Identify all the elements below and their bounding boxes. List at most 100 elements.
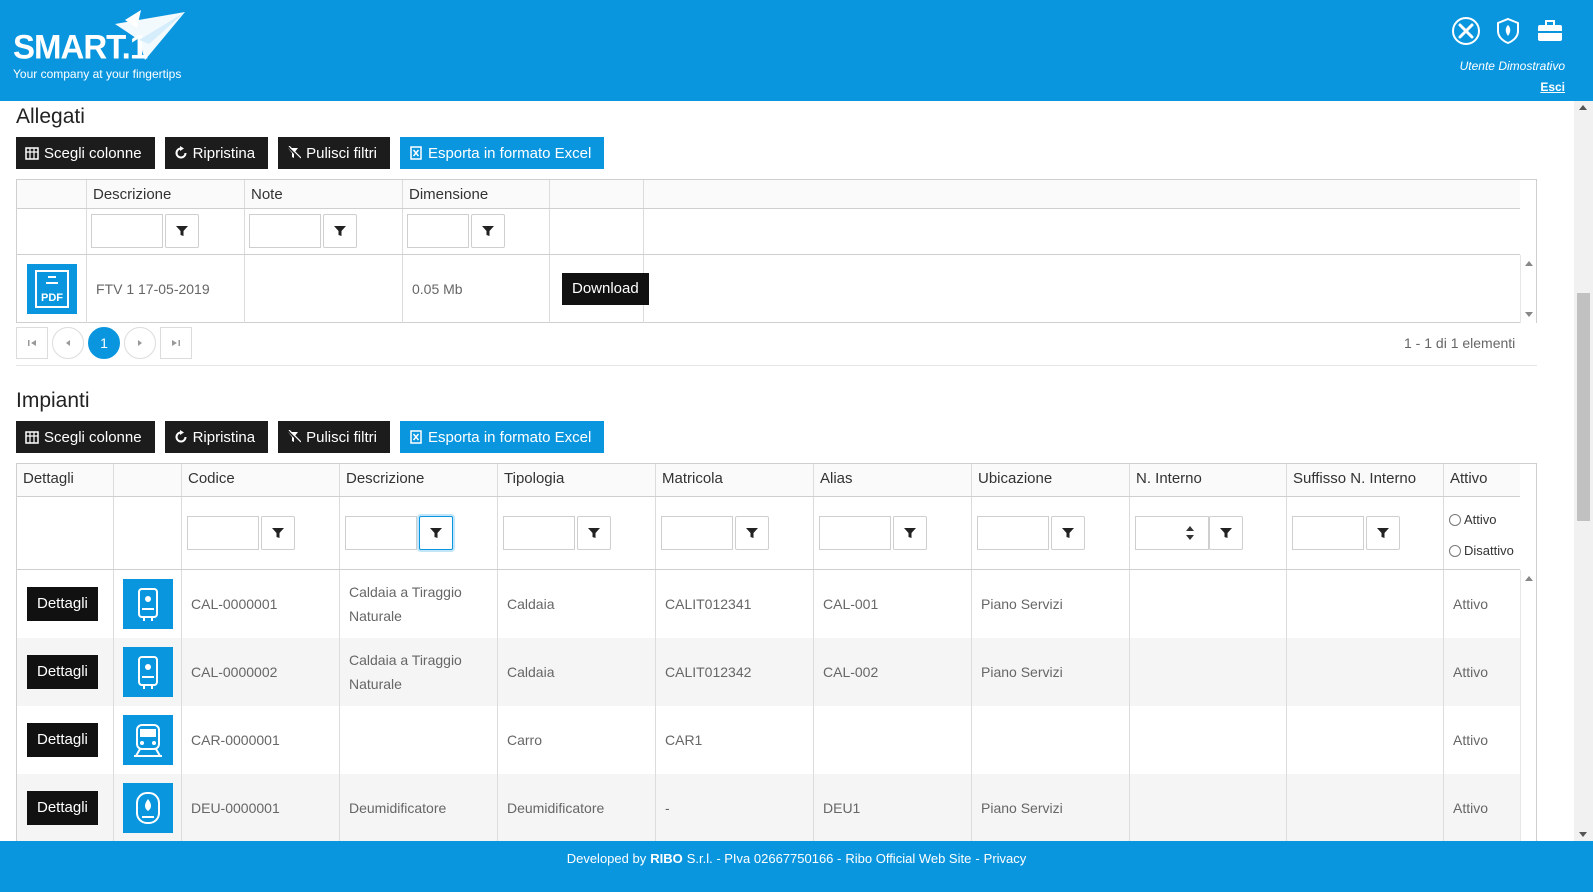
allegati-pager-info: 1 - 1 di 1 elementi — [1404, 335, 1516, 351]
scroll-up-arrow-icon[interactable] — [1579, 105, 1587, 110]
footer-privacy-link[interactable]: Privacy — [984, 851, 1027, 866]
choose-columns-button[interactable]: Scegli colonne — [16, 137, 155, 169]
restore-button[interactable]: Ripristina — [164, 137, 269, 169]
filter-icon — [430, 528, 442, 538]
prev-page-button[interactable] — [52, 327, 84, 359]
scroll-down-arrow-icon[interactable] — [1579, 832, 1587, 837]
descrizione-filter-input[interactable] — [345, 516, 417, 550]
col-matricola[interactable]: Matricola — [656, 464, 814, 496]
ubicazione-cell — [972, 706, 1130, 774]
radio-circle[interactable] — [1449, 513, 1461, 526]
n-interno-filter-input[interactable] — [1135, 516, 1209, 550]
scroll-down-arrow-icon[interactable] — [1525, 312, 1533, 317]
suffisso-filter-button[interactable] — [1366, 516, 1400, 550]
details-button[interactable]: Dettagli — [27, 791, 98, 825]
ubicazione-value: Piano Servizi — [981, 800, 1063, 816]
note-filter-button[interactable] — [323, 214, 357, 248]
logout-link[interactable]: Esci — [1540, 80, 1565, 94]
matricola-filter-button[interactable] — [735, 516, 769, 550]
attachment-icon-cell: PDF — [17, 255, 87, 323]
radio-circle[interactable] — [1449, 544, 1461, 557]
allegati-col-note[interactable]: Note — [245, 180, 403, 208]
col-suffisso[interactable]: Suffisso N. Interno — [1287, 464, 1444, 496]
allegati-col-dimensione[interactable]: Dimensione — [403, 180, 550, 208]
descrizione-filter-button[interactable] — [419, 516, 453, 550]
filter-icon — [746, 528, 758, 538]
suffisso-filter-input[interactable] — [1292, 516, 1364, 550]
clear-filters-button[interactable]: Pulisci filtri — [278, 421, 390, 453]
codice-filter-button[interactable] — [261, 516, 295, 550]
descrizione-filter-input[interactable] — [91, 214, 163, 248]
allegati-grid-scrollbar[interactable] — [1520, 255, 1536, 323]
codice-filter-input[interactable] — [187, 516, 259, 550]
matricola-value: CALIT012342 — [665, 664, 752, 680]
matricola-filter-input[interactable] — [661, 516, 733, 550]
scroll-up-arrow-icon[interactable] — [1525, 576, 1533, 581]
attivo-cell: Attivo — [1444, 570, 1520, 638]
boiler-icon[interactable] — [123, 647, 173, 697]
first-page-button[interactable] — [16, 327, 48, 359]
page-scrollbar[interactable] — [1574, 101, 1593, 841]
export-excel-button[interactable]: Esporta in formato Excel — [399, 421, 605, 453]
choose-columns-button[interactable]: Scegli colonne — [16, 421, 155, 453]
codice-value: CAL-0000002 — [191, 664, 278, 680]
allegati-col-descrizione[interactable]: Descrizione — [87, 180, 245, 208]
scroll-thumb[interactable] — [1577, 293, 1590, 521]
pdf-icon[interactable]: PDF — [26, 264, 77, 314]
col-descrizione[interactable]: Descrizione — [340, 464, 498, 496]
app-footer: Developed by RIBO S.r.l. - PIva 02667750… — [0, 841, 1593, 892]
tools-icon[interactable] — [1451, 16, 1481, 46]
matricola-value: CALIT012341 — [665, 596, 752, 612]
page-1-button[interactable]: 1 — [88, 327, 120, 359]
spinner-up-icon[interactable] — [1186, 526, 1194, 531]
tipologia-filter-input[interactable] — [503, 516, 575, 550]
export-excel-button[interactable]: Esporta in formato Excel — [399, 137, 605, 169]
filter-icon — [334, 226, 346, 236]
boiler-icon[interactable] — [123, 579, 173, 629]
next-page-button[interactable] — [124, 327, 156, 359]
dimensione-filter-input[interactable] — [407, 214, 469, 248]
download-button[interactable]: Download — [562, 273, 649, 305]
filter-icon — [482, 226, 494, 236]
footer-site-link[interactable]: Ribo Official Web Site — [845, 851, 971, 866]
dehumidifier-icon[interactable] — [123, 783, 173, 833]
smart1-logo[interactable]: SMART.1 Your company at your fingertips — [13, 8, 203, 88]
alias-value: CAL-002 — [823, 664, 879, 680]
col-icon — [114, 464, 182, 496]
train-icon[interactable] — [123, 715, 173, 765]
col-attivo[interactable]: Attivo — [1444, 464, 1520, 496]
filter-n-interno — [1130, 497, 1287, 569]
clear-filters-button[interactable]: Pulisci filtri — [278, 137, 390, 169]
impianti-grid-scrollbar[interactable] — [1520, 570, 1536, 844]
details-button[interactable]: Dettagli — [27, 587, 98, 621]
briefcase-icon[interactable] — [1535, 16, 1565, 46]
tipologia-value: Caldaia — [507, 596, 555, 612]
n-interno-spinner[interactable] — [1183, 516, 1197, 550]
col-alias[interactable]: Alias — [814, 464, 972, 496]
disattivo-radio[interactable]: Disattivo — [1449, 543, 1514, 558]
attivo-radio[interactable]: Attivo — [1449, 512, 1497, 527]
spinner-down-icon[interactable] — [1186, 535, 1194, 540]
alias-cell: DEU1 — [814, 774, 972, 842]
restore-button[interactable]: Ripristina — [164, 421, 269, 453]
ubicazione-filter-input[interactable] — [977, 516, 1049, 550]
col-n-interno[interactable]: N. Interno — [1130, 464, 1287, 496]
allegati-header-row: Descrizione Note Dimensione — [17, 180, 1520, 209]
descrizione-filter-button[interactable] — [165, 214, 199, 248]
dimensione-filter-button[interactable] — [471, 214, 505, 248]
details-button[interactable]: Dettagli — [27, 723, 98, 757]
note-filter-input[interactable] — [249, 214, 321, 248]
ubicazione-filter-button[interactable] — [1051, 516, 1085, 550]
last-page-button[interactable] — [160, 327, 192, 359]
alias-filter-input[interactable] — [819, 516, 891, 550]
col-codice[interactable]: Codice — [182, 464, 340, 496]
col-ubicazione[interactable]: Ubicazione — [972, 464, 1130, 496]
col-tipologia[interactable]: Tipologia — [498, 464, 656, 496]
n-interno-filter-button[interactable] — [1209, 516, 1243, 550]
shield-icon[interactable] — [1493, 16, 1523, 46]
alias-filter-button[interactable] — [893, 516, 927, 550]
scroll-up-arrow-icon[interactable] — [1525, 261, 1533, 266]
details-button[interactable]: Dettagli — [27, 655, 98, 689]
tipologia-filter-button[interactable] — [577, 516, 611, 550]
tipologia-value: Carro — [507, 732, 543, 748]
